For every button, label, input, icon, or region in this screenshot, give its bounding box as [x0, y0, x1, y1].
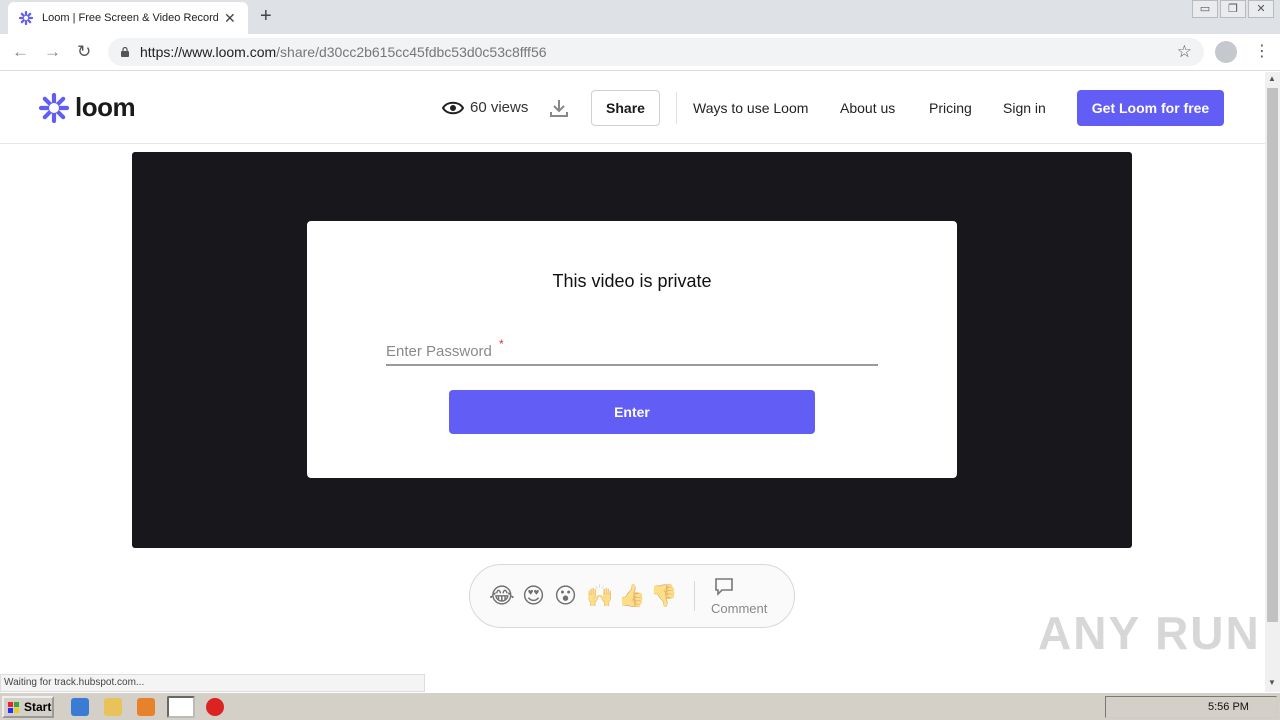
minimize-button[interactable]: ▭ — [1192, 0, 1218, 18]
raised-hands-emoji-button[interactable]: 🙌 — [586, 583, 613, 609]
thumbs-down-emoji-button[interactable]: 👎 — [650, 583, 677, 609]
restore-button[interactable]: ❐ — [1220, 0, 1246, 18]
scroll-down-icon[interactable]: ▼ — [1268, 678, 1276, 687]
address-bar[interactable]: https://www.loom.com/share/d30cc2b615cc4… — [108, 38, 1204, 66]
video-player: This video is private * Enter — [132, 152, 1132, 548]
loom-favicon-icon — [18, 10, 34, 26]
surprised-emoji-button[interactable]: 😮 — [554, 583, 577, 609]
password-field: * — [386, 333, 878, 366]
start-button[interactable]: Start — [2, 696, 54, 718]
thumbs-up-emoji-button[interactable]: 👍 — [618, 583, 645, 609]
browser-toolbar: ← → ↻ https://www.loom.com/share/d30cc2b… — [0, 34, 1280, 71]
close-window-button[interactable]: ✕ — [1248, 0, 1274, 18]
enter-button[interactable]: Enter — [449, 390, 815, 434]
view-count: 60 views — [442, 99, 528, 116]
nav-about-us[interactable]: About us — [840, 100, 895, 116]
profile-avatar[interactable] — [1215, 41, 1237, 63]
url-host: https://www.loom.com — [140, 44, 277, 60]
browser-tab[interactable]: Loom | Free Screen & Video Recording ✕ — [8, 2, 248, 34]
nav-ways-to-use[interactable]: Ways to use Loom — [693, 100, 808, 116]
loom-logo-icon — [39, 92, 69, 123]
required-asterisk: * — [499, 337, 504, 351]
site-header: loom 60 views Share Ways to use Loom Abo… — [0, 72, 1265, 144]
get-loom-button[interactable]: Get Loom for free — [1077, 90, 1224, 126]
reactions-bar: 😂 😍 😮 🙌 👍 👎 Comment — [469, 564, 795, 628]
browser-status-bar: Waiting for track.hubspot.com... — [0, 674, 425, 692]
views-label: 60 views — [470, 99, 529, 116]
scrollbar-thumb[interactable] — [1267, 88, 1278, 622]
system-tray — [1105, 696, 1277, 718]
taskbar-clock: 5:56 PM — [1208, 701, 1249, 713]
password-input[interactable] — [386, 333, 878, 363]
share-button[interactable]: Share — [591, 90, 660, 126]
opera-icon[interactable] — [206, 698, 224, 716]
browser-menu-icon[interactable]: ⋮ — [1254, 41, 1270, 61]
explorer-folder-icon[interactable] — [104, 698, 122, 716]
start-label: Start — [24, 700, 52, 714]
ie-icon[interactable] — [71, 698, 89, 716]
chrome-taskbar-button[interactable] — [167, 696, 195, 718]
bookmark-star-icon[interactable]: ☆ — [1177, 42, 1192, 62]
forward-arrow-icon[interactable]: → — [44, 42, 61, 62]
comment-icon[interactable] — [714, 577, 734, 597]
private-video-modal: This video is private * Enter — [307, 221, 957, 478]
reload-icon[interactable]: ↻ — [77, 42, 91, 62]
heart-eyes-emoji-button[interactable]: 😍 — [522, 583, 545, 609]
url-text: https://www.loom.com/share/d30cc2b615cc4… — [140, 44, 547, 60]
browser-tabstrip: Loom | Free Screen & Video Recording ✕ +… — [0, 0, 1280, 34]
windows-flag-icon — [8, 702, 19, 713]
loom-logo[interactable]: loom — [39, 92, 136, 123]
tab-title: Loom | Free Screen & Video Recording — [42, 12, 218, 24]
header-divider — [676, 92, 677, 124]
url-path: /share/d30cc2b615cc45fdbc53d0c53c8fff56 — [276, 44, 547, 60]
anyrun-watermark: ANY RUN — [1038, 607, 1261, 659]
nav-pricing[interactable]: Pricing — [929, 100, 972, 116]
window-controls: ▭ ❐ ✕ — [1190, 0, 1274, 18]
logo-text: loom — [75, 92, 136, 122]
comment-label[interactable]: Comment — [711, 601, 767, 616]
download-icon[interactable] — [548, 97, 570, 119]
media-player-icon[interactable] — [137, 698, 155, 716]
laugh-emoji-button[interactable]: 😂 — [489, 583, 515, 609]
lock-icon — [121, 47, 129, 57]
reactions-divider — [694, 581, 695, 611]
tab-close-icon[interactable]: ✕ — [224, 10, 236, 27]
new-tab-button[interactable]: + — [260, 6, 272, 26]
eye-icon — [442, 101, 464, 114]
modal-title: This video is private — [552, 271, 712, 291]
back-arrow-icon[interactable]: ← — [12, 42, 29, 62]
nav-sign-in[interactable]: Sign in — [1003, 100, 1046, 116]
windows-taskbar: Start 5:56 PM — [0, 692, 1280, 720]
scroll-up-icon[interactable]: ▲ — [1268, 74, 1276, 83]
